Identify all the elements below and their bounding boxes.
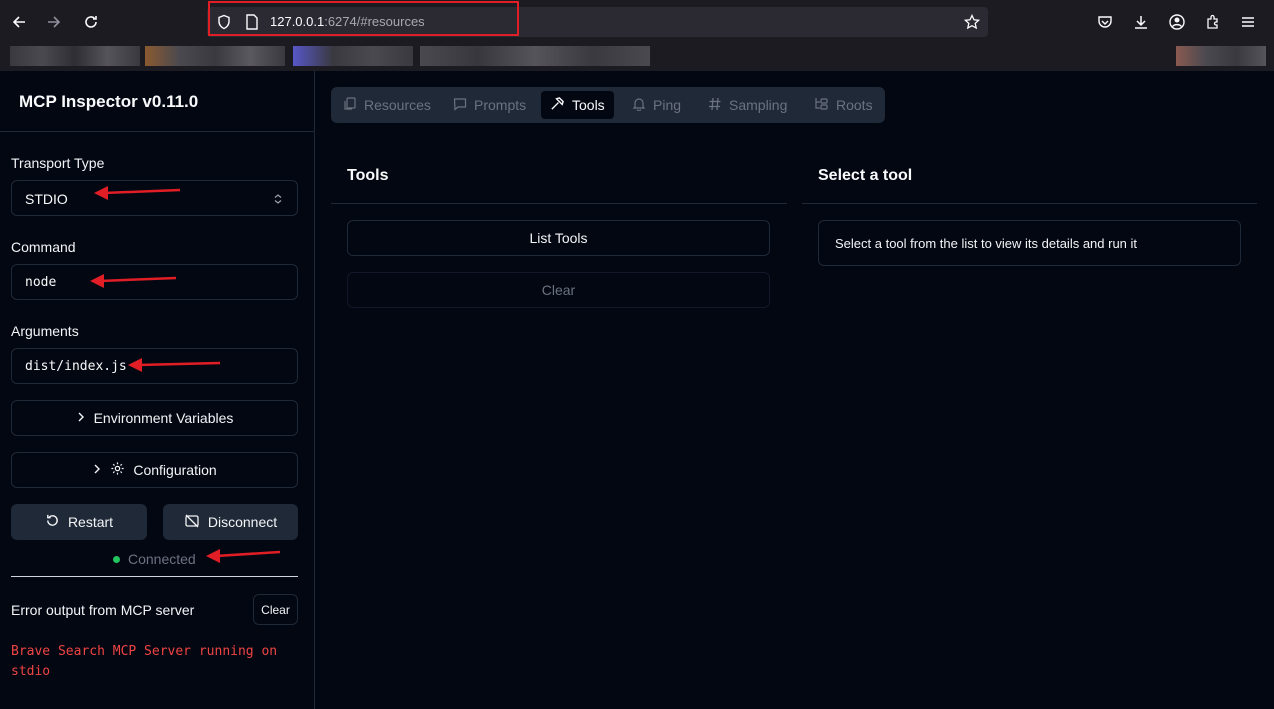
annotation-arrow xyxy=(206,549,281,563)
page-icon xyxy=(241,11,263,33)
configuration-button[interactable]: Configuration xyxy=(11,452,298,488)
hash-icon xyxy=(708,97,722,114)
environment-variables-button[interactable]: Environment Variables xyxy=(11,400,298,436)
transport-type-value: STDIO xyxy=(25,191,68,207)
restart-label: Restart xyxy=(67,514,114,530)
status-dot xyxy=(113,555,120,563)
forward-arrow-icon[interactable] xyxy=(43,11,65,33)
app-title: MCP Inspector v0.11.0 xyxy=(19,92,199,111)
gear-icon xyxy=(110,461,125,479)
tab-prompts[interactable]: Prompts xyxy=(444,91,535,119)
tool-detail-title: Select a tool xyxy=(818,167,913,184)
annotation-arrow xyxy=(94,186,181,200)
annotation-arrow xyxy=(90,274,177,288)
tab-resources[interactable]: Resources xyxy=(334,91,440,119)
sidebar-divider xyxy=(0,131,314,132)
section-separator xyxy=(11,576,298,577)
url-text[interactable]: 127.0.0.1:6274/#resources xyxy=(270,14,425,29)
bookmarks-bar xyxy=(0,44,1274,70)
tab-label: Prompts xyxy=(474,97,527,113)
bell-icon xyxy=(632,97,646,114)
tab-roots[interactable]: Roots xyxy=(805,91,882,119)
transport-type-label: Transport Type xyxy=(11,155,105,171)
arguments-value: dist/index.js xyxy=(25,359,127,374)
sidebar: MCP Inspector v0.11.0 Transport Type STD… xyxy=(0,71,315,709)
status-text: Connected xyxy=(128,551,196,567)
chevron-up-down-icon xyxy=(273,192,283,210)
folder-tree-icon xyxy=(814,97,829,114)
chevron-right-icon xyxy=(92,462,102,478)
detail-panel-divider xyxy=(802,203,1257,204)
tab-tools[interactable]: Tools xyxy=(541,91,614,119)
command-value: node xyxy=(25,275,57,290)
tab-ping[interactable]: Ping xyxy=(623,91,690,119)
configuration-label: Configuration xyxy=(133,462,217,478)
account-icon[interactable] xyxy=(1166,11,1188,33)
browser-toolbar: 127.0.0.1:6274/#resources xyxy=(0,0,1274,71)
reload-icon[interactable] xyxy=(80,11,102,33)
hammer-icon xyxy=(550,96,565,114)
extensions-icon[interactable] xyxy=(1202,11,1224,33)
tab-label: Sampling xyxy=(729,97,788,113)
restart-button[interactable]: Restart xyxy=(11,504,147,540)
unplug-icon xyxy=(184,513,200,532)
restart-icon xyxy=(45,513,60,531)
error-output-title: Error output from MCP server xyxy=(11,602,195,618)
disconnect-label: Disconnect xyxy=(207,514,278,530)
tab-label: Ping xyxy=(653,97,682,113)
command-label: Command xyxy=(11,239,76,255)
clear-tools-button[interactable]: Clear xyxy=(347,272,770,308)
tab-label: Tools xyxy=(572,97,605,113)
pocket-icon[interactable] xyxy=(1094,11,1116,33)
files-icon xyxy=(343,96,357,114)
arguments-label: Arguments xyxy=(11,323,79,339)
disconnect-button[interactable]: Disconnect xyxy=(163,504,298,540)
tab-sampling[interactable]: Sampling xyxy=(699,91,796,119)
connection-status: Connected xyxy=(113,551,196,567)
menu-icon[interactable] xyxy=(1237,11,1259,33)
tools-panel-divider xyxy=(331,203,787,204)
tools-panel-title: Tools xyxy=(347,167,389,184)
download-icon[interactable] xyxy=(1130,11,1152,33)
tab-bar: Resources Prompts Tools Ping Sampling Ro… xyxy=(331,87,885,123)
shield-icon[interactable] xyxy=(213,11,235,33)
list-tools-button[interactable]: List Tools xyxy=(347,220,770,256)
error-clear-button[interactable]: Clear xyxy=(253,594,298,625)
star-icon[interactable] xyxy=(961,11,983,33)
back-arrow-icon[interactable] xyxy=(8,11,30,33)
annotation-arrow xyxy=(128,358,221,372)
message-icon xyxy=(453,97,467,114)
error-log: Brave Search MCP Server running on stdio xyxy=(11,644,278,679)
tab-label: Resources xyxy=(364,97,431,113)
chevron-right-icon xyxy=(76,410,86,426)
tab-label: Roots xyxy=(836,97,873,113)
environment-variables-label: Environment Variables xyxy=(93,410,234,426)
tool-detail-hint: Select a tool from the list to view its … xyxy=(818,220,1241,266)
